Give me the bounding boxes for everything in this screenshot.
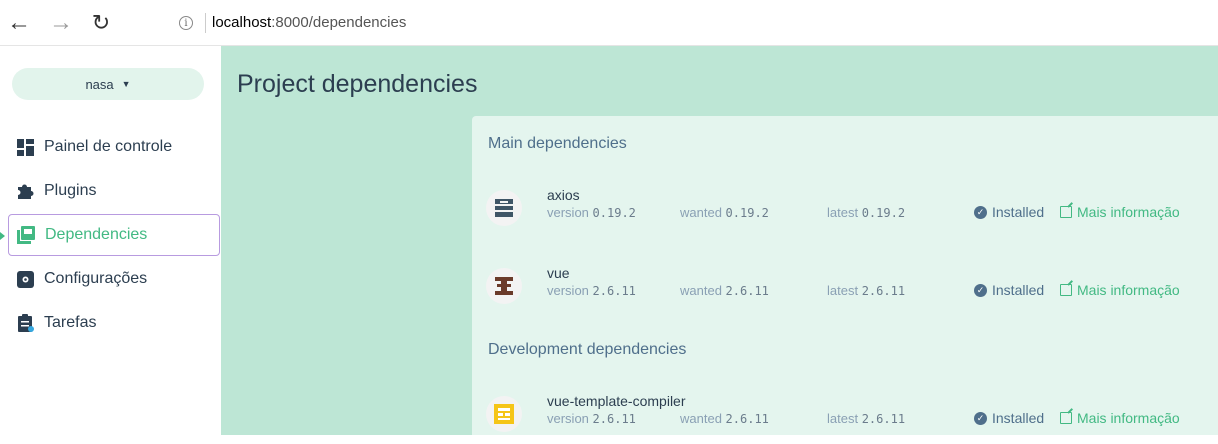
project-name: nasa bbox=[85, 76, 114, 92]
installed-status: ✓ Installed bbox=[974, 410, 1044, 426]
more-info-link[interactable]: Mais informação bbox=[1060, 282, 1180, 298]
address-bar[interactable]: localhost:8000/dependencies bbox=[212, 14, 406, 31]
installed-status: ✓ Installed bbox=[974, 204, 1044, 220]
dependency-row-vue-template-compiler: vue-template-compiler version 2.6.11 wan… bbox=[472, 384, 1218, 444]
url-host: localhost bbox=[212, 14, 272, 31]
url-separator bbox=[205, 13, 206, 33]
forward-arrow-icon[interactable]: → bbox=[46, 8, 76, 38]
back-arrow-icon[interactable]: ← bbox=[4, 8, 34, 38]
reload-icon[interactable]: ↻ bbox=[86, 8, 116, 38]
dependency-latest: latest 0.19.2 bbox=[827, 205, 906, 220]
main-dependencies-heading: Main dependencies bbox=[488, 135, 627, 152]
sidebar-item-tarefas[interactable]: Tarefas bbox=[8, 302, 220, 344]
more-info-link[interactable]: Mais informação bbox=[1060, 204, 1180, 220]
dependency-version: version 2.6.11 bbox=[547, 411, 636, 426]
vue-logo-icon bbox=[486, 268, 522, 304]
dependency-row-axios: axios version 0.19.2 wanted 0.19.2 lates… bbox=[472, 178, 1218, 238]
external-link-icon bbox=[1060, 284, 1072, 296]
check-circle-icon: ✓ bbox=[974, 411, 987, 425]
external-link-icon bbox=[1060, 206, 1072, 218]
active-indicator bbox=[0, 232, 5, 240]
puzzle-icon bbox=[16, 182, 34, 200]
sidebar-item-label: Plugins bbox=[44, 182, 97, 199]
sidebar-item-dependencies[interactable]: Dependencies bbox=[8, 214, 220, 256]
sidebar: nasa ▼ Painel de controle Plugins Depend… bbox=[0, 46, 221, 435]
dependency-row-vue: vue version 2.6.11 wanted 2.6.11 latest … bbox=[472, 256, 1218, 316]
site-info-icon[interactable]: i bbox=[179, 16, 193, 30]
dependency-version: version 2.6.11 bbox=[547, 283, 636, 298]
sidebar-item-label: Tarefas bbox=[44, 314, 97, 331]
dependencies-panel: Main dependencies axios version 0.19.2 w… bbox=[472, 116, 1218, 435]
dependency-latest: latest 2.6.11 bbox=[827, 411, 906, 426]
browser-toolbar: ← → ↻ i localhost:8000/dependencies bbox=[0, 0, 1218, 46]
sidebar-item-label: Dependencies bbox=[45, 226, 148, 243]
dependency-version: version 0.19.2 bbox=[547, 205, 636, 220]
more-info-link[interactable]: Mais informação bbox=[1060, 410, 1180, 426]
page-title: Project dependencies bbox=[237, 70, 478, 98]
check-circle-icon: ✓ bbox=[974, 205, 987, 219]
main-content: Project dependencies Main dependencies a… bbox=[221, 46, 1218, 435]
dev-dependencies-heading: Development dependencies bbox=[488, 341, 687, 358]
dependency-name: axios bbox=[547, 187, 580, 203]
axios-logo-icon bbox=[486, 190, 522, 226]
url-path: :8000/dependencies bbox=[271, 14, 407, 31]
sidebar-item-plugins[interactable]: Plugins bbox=[8, 170, 220, 212]
dashboard-icon bbox=[16, 138, 34, 156]
vue-template-compiler-logo-icon bbox=[486, 396, 522, 432]
sidebar-item-painel[interactable]: Painel de controle bbox=[8, 126, 220, 168]
caret-down-icon: ▼ bbox=[121, 79, 131, 89]
sidebar-item-label: Painel de controle bbox=[44, 138, 173, 155]
sidebar-item-label: Configurações bbox=[44, 270, 148, 287]
settings-icon bbox=[16, 270, 34, 288]
installed-status: ✓ Installed bbox=[974, 282, 1044, 298]
check-circle-icon: ✓ bbox=[974, 283, 987, 297]
dependency-latest: latest 2.6.11 bbox=[827, 283, 906, 298]
library-icon bbox=[17, 226, 35, 244]
dependency-name: vue bbox=[547, 265, 570, 281]
dependency-wanted: wanted 0.19.2 bbox=[680, 205, 769, 220]
clipboard-icon bbox=[16, 314, 34, 332]
dependency-name: vue-template-compiler bbox=[547, 393, 686, 409]
project-selector[interactable]: nasa ▼ bbox=[12, 68, 204, 100]
sidebar-item-configuracoes[interactable]: Configurações bbox=[8, 258, 220, 300]
external-link-icon bbox=[1060, 412, 1072, 424]
dependency-wanted: wanted 2.6.11 bbox=[680, 283, 769, 298]
dependency-wanted: wanted 2.6.11 bbox=[680, 411, 769, 426]
